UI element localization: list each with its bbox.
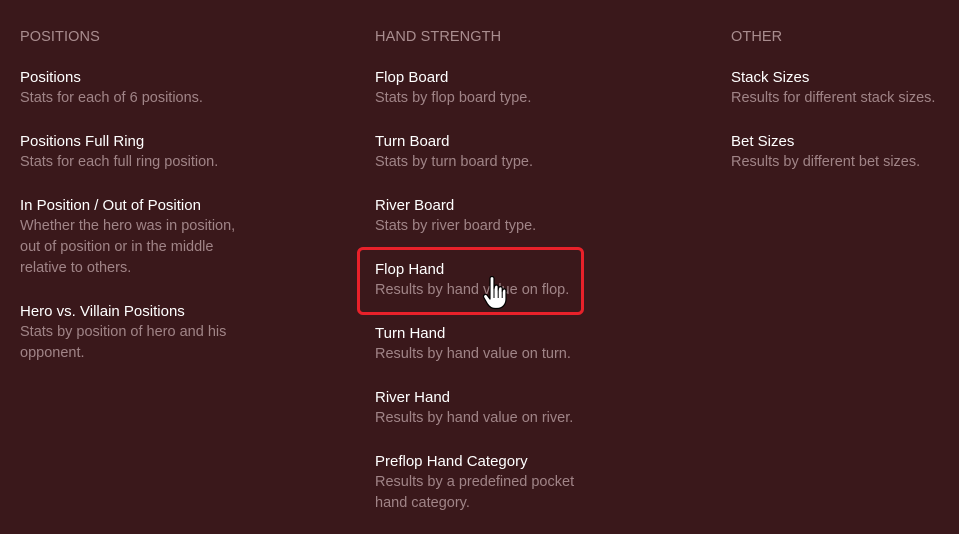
report-menu-page: POSITIONS Positions Stats for each of 6 …: [0, 0, 959, 534]
menu-item-description: Stats by position of hero and his oppone…: [20, 324, 227, 361]
menu-item-river-board[interactable]: River Board Stats by river board type.: [375, 195, 635, 237]
section-heading-hand-strength: HAND STRENGTH: [375, 29, 502, 45]
menu-item-title[interactable]: Flop Hand: [375, 259, 635, 280]
menu-item-title[interactable]: Flop Board: [375, 67, 635, 88]
menu-item-stack-sizes[interactable]: Stack Sizes Results for different stack …: [731, 67, 959, 109]
menu-item-bet-sizes[interactable]: Bet Sizes Results by different bet sizes…: [731, 131, 959, 173]
menu-item-title[interactable]: In Position / Out of Position: [20, 195, 280, 216]
menu-item-title[interactable]: Stack Sizes: [731, 67, 959, 88]
menu-item-turn-board[interactable]: Turn Board Stats by turn board type.: [375, 131, 635, 173]
section-heading-positions: POSITIONS: [20, 29, 100, 45]
menu-item-in-position-out-of-position[interactable]: In Position / Out of Position Whether th…: [20, 195, 280, 279]
menu-item-flop-board[interactable]: Flop Board Stats by flop board type.: [375, 67, 635, 109]
menu-item-title[interactable]: Bet Sizes: [731, 131, 959, 152]
section-other: OTHER Stack Sizes Results for different …: [731, 29, 959, 195]
menu-item-title[interactable]: River Board: [375, 195, 635, 216]
section-heading-other: OTHER: [731, 29, 783, 45]
menu-item-flop-hand[interactable]: Flop Hand Results by hand value on flop.: [375, 259, 635, 301]
menu-item-description: Stats for each full ring position.: [20, 154, 219, 170]
menu-item-description: Stats by flop board type.: [375, 90, 532, 106]
menu-item-description: Results for different stack sizes.: [731, 90, 936, 106]
menu-item-title[interactable]: Turn Board: [375, 131, 635, 152]
menu-item-description: Stats for each of 6 positions.: [20, 90, 203, 106]
section-positions: POSITIONS Positions Stats for each of 6 …: [20, 29, 280, 386]
menu-item-description: Whether the hero was in position, out of…: [20, 218, 236, 276]
menu-item-title[interactable]: Preflop Hand Category: [375, 451, 635, 472]
menu-item-positions[interactable]: Positions Stats for each of 6 positions.: [20, 67, 280, 109]
menu-item-title[interactable]: Hero vs. Villain Positions: [20, 301, 280, 322]
menu-item-description: Stats by turn board type.: [375, 154, 533, 170]
section-hand-strength: HAND STRENGTH Flop Board Stats by flop b…: [375, 29, 635, 534]
menu-item-description: Results by a predefined pocket hand cate…: [375, 474, 575, 511]
menu-item-description: Stats by river board type.: [375, 218, 537, 234]
menu-item-description: Results by hand value on turn.: [375, 346, 571, 362]
menu-item-river-hand[interactable]: River Hand Results by hand value on rive…: [375, 387, 635, 429]
menu-item-preflop-hand-category[interactable]: Preflop Hand Category Results by a prede…: [375, 451, 635, 514]
menu-item-title[interactable]: Positions: [20, 67, 280, 88]
menu-item-title[interactable]: River Hand: [375, 387, 635, 408]
menu-item-description: Results by different bet sizes.: [731, 154, 921, 170]
menu-item-title[interactable]: Turn Hand: [375, 323, 635, 344]
menu-item-description: Results by hand value on river.: [375, 410, 574, 426]
menu-item-turn-hand[interactable]: Turn Hand Results by hand value on turn.: [375, 323, 635, 365]
menu-item-description: Results by hand value on flop.: [375, 282, 570, 298]
menu-item-positions-full-ring[interactable]: Positions Full Ring Stats for each full …: [20, 131, 280, 173]
menu-item-title[interactable]: Positions Full Ring: [20, 131, 280, 152]
menu-item-hero-vs-villain-positions[interactable]: Hero vs. Villain Positions Stats by posi…: [20, 301, 280, 364]
